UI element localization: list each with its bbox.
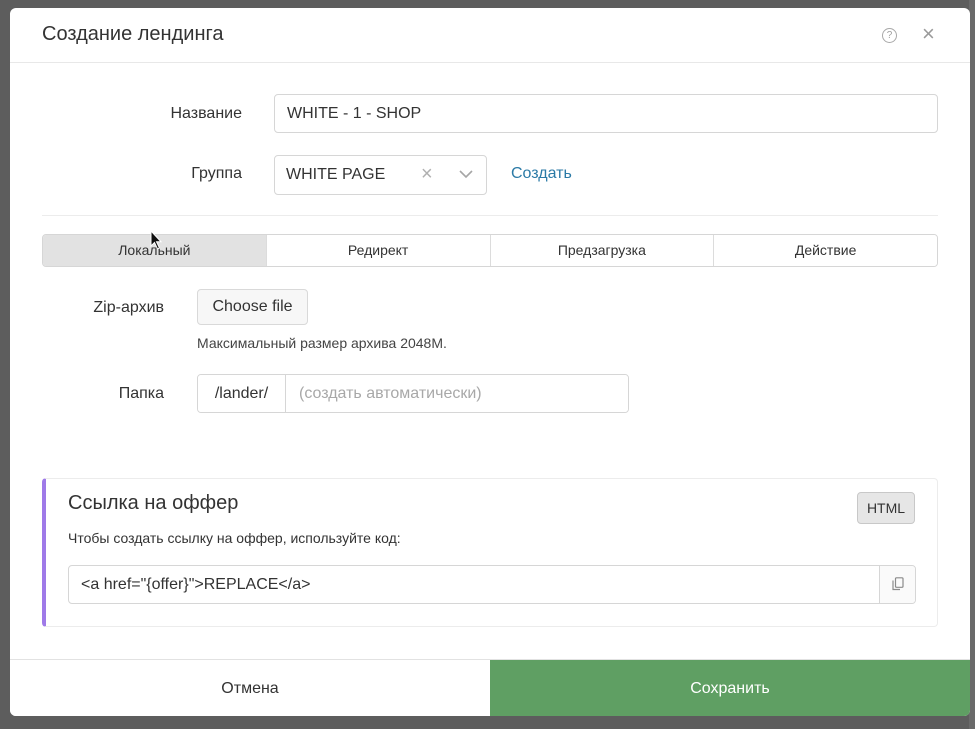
copy-button[interactable]	[879, 566, 915, 603]
create-group-link[interactable]: Создать	[511, 165, 572, 183]
offer-card-title: Ссылка на оффер	[68, 492, 239, 514]
tab-redirect[interactable]: Редирект	[266, 235, 491, 266]
modal-footer: Отмена Сохранить	[10, 659, 970, 716]
tab-action[interactable]: Действие	[714, 235, 937, 266]
offer-description: Чтобы создать ссылку на оффер, используй…	[68, 530, 401, 546]
offer-link-card: Ссылка на оффер HTML Чтобы создать ссылк…	[42, 478, 938, 627]
close-icon[interactable]: ×	[922, 22, 940, 46]
group-select[interactable]: WHITE PAGE ×	[274, 155, 487, 195]
mouse-cursor-icon	[150, 230, 163, 250]
group-selected-value: WHITE PAGE	[286, 166, 386, 183]
offer-code-group: <a href="{offer}">REPLACE</a>	[68, 565, 916, 604]
mode-tabs: Локальный Редирект Предзагрузка Действие	[42, 234, 938, 267]
save-button[interactable]: Сохранить	[490, 660, 970, 716]
folder-input[interactable]	[286, 375, 628, 412]
folder-prefix: /lander/	[198, 375, 286, 412]
section-divider	[42, 215, 938, 216]
help-icon[interactable]: ?	[882, 28, 897, 43]
cancel-button[interactable]: Отмена	[10, 660, 490, 716]
select-divider	[445, 164, 446, 186]
folder-label: Папка	[118, 385, 164, 402]
offer-code-field[interactable]: <a href="{offer}">REPLACE</a>	[69, 566, 879, 603]
copy-icon	[892, 577, 904, 591]
folder-input-group: /lander/	[197, 374, 629, 413]
choose-file-button[interactable]: Choose file	[197, 289, 308, 325]
zip-size-help: Максимальный размер архива 2048M.	[197, 335, 447, 351]
zip-archive-label: Zip-архив	[93, 299, 164, 316]
create-landing-modal: Создание лендинга ? × Название Группа WH…	[10, 8, 970, 716]
name-input[interactable]	[274, 94, 938, 133]
modal-title: Создание лендинга	[42, 23, 224, 45]
clear-icon[interactable]: ×	[421, 162, 433, 186]
modal-header: Создание лендинга ? ×	[10, 8, 970, 63]
chevron-down-icon[interactable]	[459, 169, 473, 179]
name-label: Название	[170, 105, 243, 122]
html-badge: HTML	[857, 492, 915, 524]
tab-preload[interactable]: Предзагрузка	[490, 235, 715, 266]
group-label: Группа	[191, 165, 242, 182]
